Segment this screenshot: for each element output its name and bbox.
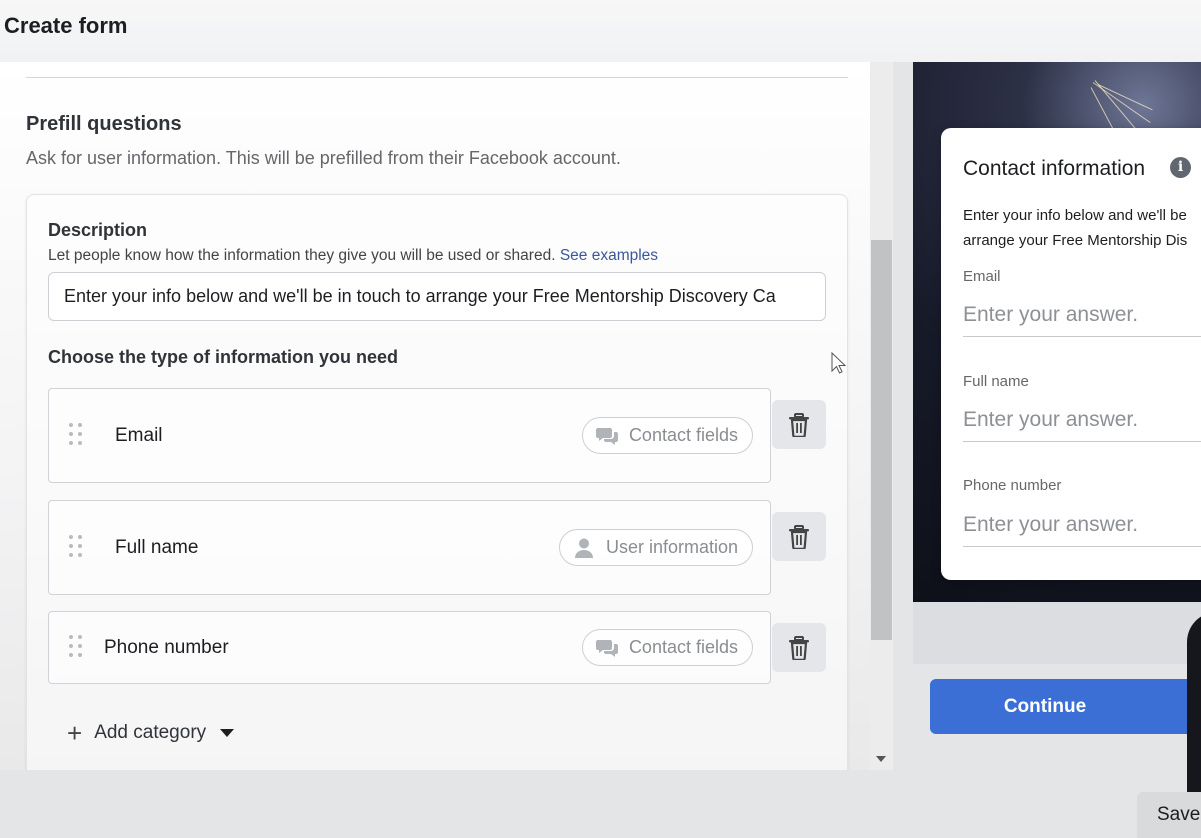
mouse-cursor-icon [831, 352, 847, 374]
top-bar: Create form [0, 0, 1201, 62]
prefill-questions-card: Description Let people know how the info… [26, 194, 848, 770]
caret-down-icon [220, 729, 235, 737]
input-underline [963, 546, 1201, 547]
category-pill-label: User information [605, 537, 738, 557]
question-label: Phone number [104, 637, 229, 658]
preview-field-label: Phone number [963, 477, 1062, 494]
question-label: Email [115, 425, 163, 446]
category-pill-label: Contact fields [628, 425, 738, 445]
preview-description: Enter your info below and we'll be arran… [963, 203, 1201, 253]
preview-field-label: Full name [963, 373, 1029, 390]
preview-description-line: Enter your info below and we'll be [963, 207, 1187, 224]
add-category-label: Add category [94, 722, 207, 743]
choose-info-type-label: Choose the type of information you need [48, 347, 399, 367]
chat-bubbles-icon [595, 428, 618, 445]
preview-footer-area [913, 602, 1201, 664]
scroll-down-arrow-icon[interactable] [876, 756, 886, 762]
delete-full-name-button[interactable] [772, 512, 826, 561]
page-title: Create form [4, 13, 128, 38]
description-help-text: Let people know how the information they… [48, 247, 556, 264]
preview-phone-input[interactable]: Enter your answer. [963, 513, 1138, 537]
trash-icon [789, 524, 809, 549]
category-pill-label: Contact fields [628, 637, 738, 657]
question-label: Full name [115, 537, 199, 558]
preview-description-line: arrange your Free Mentorship Dis [963, 232, 1188, 249]
input-underline [963, 441, 1201, 442]
description-input[interactable]: Enter your info below and we'll be in to… [48, 272, 826, 321]
preview-email-input[interactable]: Enter your answer. [963, 303, 1138, 327]
drag-handle-icon[interactable] [69, 535, 83, 557]
webcam-overlay [1187, 612, 1201, 822]
preview-field-label: Email [963, 268, 1001, 285]
info-icon[interactable]: i [1170, 157, 1191, 178]
delete-email-button[interactable] [772, 400, 826, 449]
add-category-button[interactable]: + Add category [67, 718, 235, 748]
question-row-email[interactable]: Email Contact fields [48, 388, 771, 483]
continue-button[interactable]: Continue [930, 679, 1201, 734]
section-divider [26, 77, 848, 78]
person-icon [574, 538, 593, 558]
scrollbar-thumb[interactable] [871, 240, 892, 640]
plus-icon: + [67, 718, 83, 748]
delete-phone-number-button[interactable] [772, 623, 826, 672]
category-pill[interactable]: Contact fields [581, 629, 753, 666]
chat-bubbles-icon [595, 640, 618, 657]
editor-scrollbar[interactable] [870, 62, 893, 770]
prefill-questions-subtitle: Ask for user information. This will be p… [26, 148, 621, 168]
see-examples-link[interactable]: See examples [560, 247, 658, 264]
category-pill[interactable]: User information [558, 529, 753, 566]
preview-full-name-input[interactable]: Enter your answer. [963, 408, 1138, 432]
input-underline [963, 336, 1201, 337]
drag-handle-icon[interactable] [69, 423, 83, 445]
trash-icon [789, 412, 809, 437]
prefill-questions-title: Prefill questions [26, 113, 182, 135]
category-pill[interactable]: Contact fields [581, 417, 753, 454]
form-editor-panel: Prefill questions Ask for user informati… [0, 62, 870, 770]
drag-handle-icon[interactable] [69, 635, 83, 657]
description-label: Description [48, 220, 148, 240]
question-row-full-name[interactable]: Full name User information [48, 500, 771, 595]
description-help: Let people know how the information they… [48, 247, 658, 265]
trash-icon [789, 635, 809, 660]
save-button[interactable]: Save [1137, 792, 1201, 838]
preview-contact-card: Contact information i Enter your info be… [941, 128, 1201, 580]
question-row-phone-number[interactable]: Phone number Contact fields [48, 611, 771, 684]
preview-title: Contact information [963, 157, 1146, 180]
